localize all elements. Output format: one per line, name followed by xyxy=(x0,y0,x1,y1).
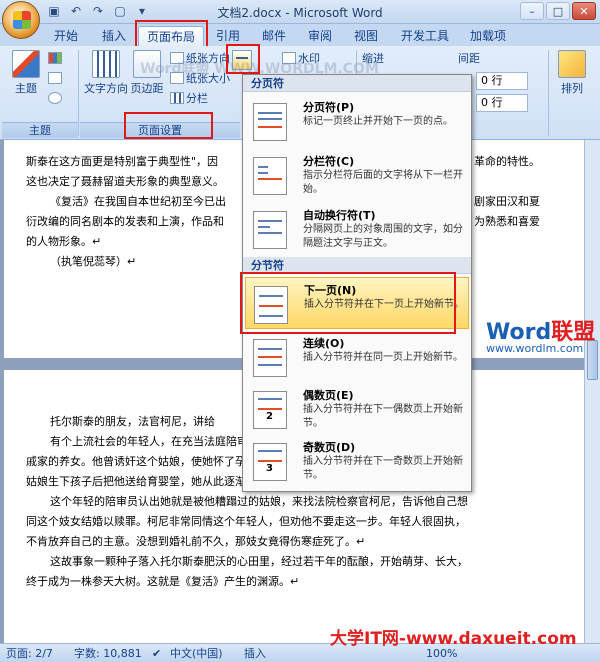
page-count[interactable]: 页面: 2/7 xyxy=(6,646,53,661)
tab-home[interactable]: 开始 xyxy=(48,26,84,46)
section-breaks-header: 分节符 xyxy=(243,257,471,274)
menu-item-description: 分隔网页上的对象周围的文字，如分隔题注文字与正文。 xyxy=(303,224,463,249)
title-bar: ▣ ↶ ↷ ▢ ▾ 文档2.docx - Microsoft Word – □ … xyxy=(0,0,600,24)
document-line: 托尔斯泰的朋友，法官柯尼，讲给 xyxy=(50,415,215,428)
text-direction-button[interactable]: 文字方向 xyxy=(84,50,128,96)
menu-item-description: 标记一页终止并开始下一页的点。 xyxy=(303,116,453,127)
tab-addins[interactable]: 加载项 xyxy=(464,26,512,46)
document-line: 的人物形象。↵ xyxy=(26,235,102,248)
language-indicator[interactable]: 中文(中国) xyxy=(170,646,223,661)
continuous-icon xyxy=(253,339,287,377)
group-separator xyxy=(548,50,549,136)
tab-page-layout[interactable]: 页面布局 xyxy=(138,26,204,46)
document-line: 这也决定了聂赫留道夫形象的典型意义。 xyxy=(26,175,224,188)
page-break-icon xyxy=(253,103,287,141)
minimize-icon[interactable]: – xyxy=(520,2,544,20)
document-line: 终于成为一株参天大树。这就是《复活》产生的渊源。↵ xyxy=(26,575,300,588)
menu-item-page-break[interactable]: 分页符(P) 标记一页终止并开始下一页的点。 xyxy=(245,95,469,147)
theme-effects-icon xyxy=(48,92,62,104)
document-line: 为熟悉和喜爱 xyxy=(474,215,540,228)
themes-icon xyxy=(12,50,40,78)
menu-item-title: 自动换行符(T) xyxy=(303,209,376,222)
document-line: 剧家田汉和夏 xyxy=(474,195,540,208)
menu-item-title: 分栏符(C) xyxy=(303,155,355,168)
ribbon-tabs: 开始 插入 页面布局 引用 邮件 审阅 视图 开发工具 加载项 xyxy=(0,24,600,46)
menu-item-odd-page[interactable]: 3 奇数页(D) 插入分节符并在下一奇数页上开始新节。 xyxy=(245,435,469,487)
menu-item-description: 插入分节符并在下一奇数页上开始新节。 xyxy=(303,456,463,481)
menu-item-description: 插入分节符并在下一偶数页上开始新节。 xyxy=(303,404,463,429)
menu-item-even-page[interactable]: 2 偶数页(E) 插入分节符并在下一偶数页上开始新节。 xyxy=(245,383,469,435)
wordlm-url: www.wordlm.com xyxy=(486,342,584,355)
spacing-before-input[interactable]: 0 行 xyxy=(476,72,528,90)
document-line: 衍改编的同名剧本的发表和上演，作品和 xyxy=(26,215,224,228)
document-line: 不肯放弃自己的主意。没想到婚礼前不久，那妓女竟得伤寒症死了。↵ xyxy=(26,535,366,548)
menu-item-description: 插入分节符并在同一页上开始新节。 xyxy=(303,352,463,363)
window-title: 文档2.docx - Microsoft Word xyxy=(217,6,383,20)
tab-review[interactable]: 审阅 xyxy=(302,26,338,46)
odd-page-icon: 3 xyxy=(253,443,287,481)
close-icon[interactable]: ✕ xyxy=(572,2,596,20)
themes-label: 主题 xyxy=(15,82,37,95)
office-logo-icon xyxy=(13,11,31,29)
even-page-icon: 2 xyxy=(253,391,287,429)
menu-item-title: 奇数页(D) xyxy=(303,441,356,454)
page-breaks-header: 分页符 xyxy=(243,75,471,92)
theme-colors-icon xyxy=(48,52,62,64)
text-direction-label: 文字方向 xyxy=(84,82,128,95)
breaks-dropdown-menu: 分页符 分页符(P) 标记一页终止并开始下一页的点。 分栏符(C) 指示分栏符后… xyxy=(242,74,472,492)
proofing-icon[interactable]: ✔ xyxy=(152,646,161,661)
themes-button[interactable]: 主题 xyxy=(10,50,42,96)
group-separator xyxy=(78,50,79,136)
menu-item-description: 插入分节符并在下一页上开始新节。 xyxy=(304,299,464,310)
group-label-page-setup: 页面设置 xyxy=(80,122,240,138)
tab-references[interactable]: 引用 xyxy=(210,26,246,46)
theme-colors-button[interactable] xyxy=(48,50,64,68)
word-count[interactable]: 字数: 10,881 xyxy=(74,646,142,661)
daxueit-brand: 大学IT网-www.daxueit.com xyxy=(330,629,577,649)
margins-label: 页边距 xyxy=(130,82,164,95)
theme-fonts-icon xyxy=(48,72,62,84)
menu-item-title: 下一页(N) xyxy=(304,284,357,297)
text-direction-icon xyxy=(92,50,120,78)
document-line: 这故事象一颗种子落入托尔斯泰肥沃的心田里，经过若干年的酝酿，开始萌芽、长大， xyxy=(50,555,468,568)
tab-insert[interactable]: 插入 xyxy=(96,26,132,46)
menu-item-title: 分页符(P) xyxy=(303,101,355,114)
tab-developer[interactable]: 开发工具 xyxy=(396,26,454,46)
document-line: 斯泰在这方面更是特别富于典型性"，因 xyxy=(26,155,219,168)
document-line: （执笔倪蕊琴）↵ xyxy=(50,255,137,268)
next-page-icon xyxy=(254,286,288,324)
arrange-label: 排列 xyxy=(561,82,583,95)
menu-item-next-page[interactable]: 下一页(N) 插入分节符并在下一页上开始新节。 xyxy=(245,277,469,329)
theme-effects-button[interactable] xyxy=(48,90,64,108)
arrange-icon xyxy=(558,50,586,78)
menu-item-title: 连续(O) xyxy=(303,337,345,350)
window-controls: – □ ✕ xyxy=(520,2,596,20)
menu-item-description: 指示分栏符后面的文字将从下一栏开始。 xyxy=(303,170,463,195)
document-line: 这个年轻的陪审员认出她就是被他糟蹋过的姑娘，来找法院检察官柯尼，告诉他自己想 xyxy=(50,495,468,508)
document-line: 同这个妓女结婚以赎罪。柯尼非常同情这个年轻人，但劝他不要走这一步。年轻人很固执， xyxy=(26,515,466,528)
insert-mode[interactable]: 插入 xyxy=(244,646,266,661)
spacing-label: 间距 xyxy=(458,52,480,65)
menu-item-continuous[interactable]: 连续(O) 插入分节符并在同一页上开始新节。 xyxy=(245,331,469,383)
text-wrapping-break-icon xyxy=(253,211,287,249)
menu-item-title: 偶数页(E) xyxy=(303,389,354,402)
maximize-icon[interactable]: □ xyxy=(546,2,570,20)
spacing-after-input[interactable]: 0 行 xyxy=(476,94,528,112)
arrange-button[interactable]: 排列 xyxy=(554,50,590,96)
vertical-scrollbar[interactable] xyxy=(584,140,600,643)
columns-button[interactable]: 分栏 xyxy=(170,90,208,108)
office-button[interactable] xyxy=(2,1,40,39)
columns-label: 分栏 xyxy=(186,92,208,105)
menu-item-text-wrapping-break[interactable]: 自动换行符(T) 分隔网页上的对象周围的文字，如分隔题注文字与正文。 xyxy=(245,203,469,255)
document-line: 革命的特性。 xyxy=(474,155,540,168)
theme-fonts-button[interactable] xyxy=(48,70,64,88)
columns-icon xyxy=(170,92,184,104)
menu-item-column-break[interactable]: 分栏符(C) 指示分栏符后面的文字将从下一栏开始。 xyxy=(245,149,469,201)
group-label-themes: 主题 xyxy=(2,122,78,138)
scrollbar-thumb[interactable] xyxy=(587,340,598,380)
tab-mailings[interactable]: 邮件 xyxy=(256,26,292,46)
column-break-icon xyxy=(253,157,287,195)
tab-view[interactable]: 视图 xyxy=(348,26,384,46)
document-line: 《复活》在我国自本世纪初至今已出 xyxy=(50,195,226,208)
